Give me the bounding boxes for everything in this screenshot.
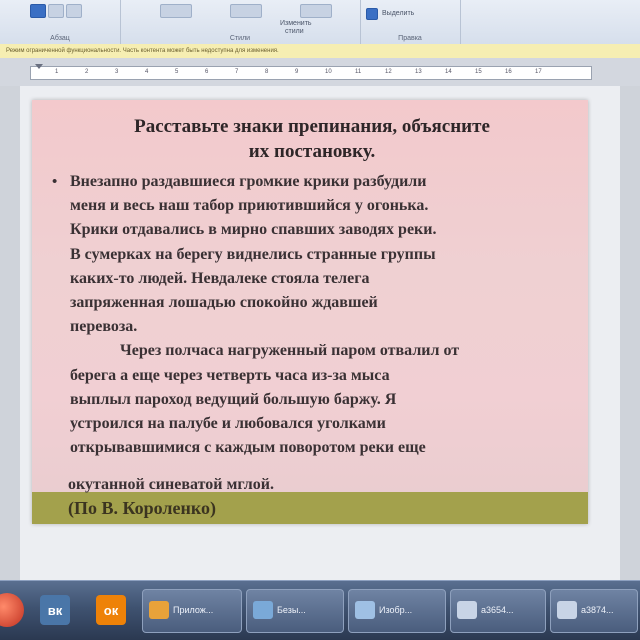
styles-label: стили (285, 28, 304, 35)
slide-body: • Внезапно раздавшиеся громкие крики раз… (52, 170, 576, 460)
file-icon (457, 601, 477, 619)
taskbar-button-label: Изобр... (379, 605, 413, 615)
slide-image: Расставьте знаки препинания, объясните и… (32, 100, 588, 524)
ribbon-group-paragraph: Абзац (0, 0, 121, 44)
text-line: каких-то людей. Невдалеке стояла телега (70, 269, 370, 287)
ruler-tick: 5 (175, 69, 179, 75)
ruler-area: 1 2 3 4 5 6 7 8 9 10 11 12 13 14 15 16 17 (0, 58, 640, 87)
start-button[interactable] (0, 593, 24, 627)
ribbon-group-caption: Абзац (50, 35, 70, 42)
slide-title-line: их постановку. (248, 141, 376, 162)
ruler-tick: 1 (55, 69, 59, 75)
app-icon (149, 601, 169, 619)
ruler-tick: 16 (505, 69, 512, 75)
ribbon-group-styles: Изменить стили Стили (120, 0, 361, 44)
ruler-tick: 15 (475, 69, 482, 75)
slide-title: Расставьте знаки препинания, объясните и… (72, 114, 552, 164)
author-attribution: (По В. Короленко) (68, 498, 217, 518)
ruler-tick: 6 (205, 69, 209, 75)
indent-marker[interactable] (35, 64, 43, 69)
screen: Абзац Изменить стили Стили Выделить Прав… (0, 0, 640, 640)
text-line: Через полчаса нагруженный паром отвалил … (120, 342, 460, 360)
text-line: открывавшимися с каждым поворотом реки е… (70, 439, 426, 457)
ribbon: Абзац Изменить стили Стили Выделить Прав… (0, 0, 640, 45)
taskbar-button-label: a3874... (581, 605, 614, 615)
text-line: перевоза. (70, 318, 138, 336)
ruler-tick: 13 (415, 69, 422, 75)
text-line: берега а еще через четверть часа из-за м… (70, 366, 390, 384)
vk-icon[interactable]: вк (40, 595, 70, 625)
taskbar-button-label: a3654... (481, 605, 514, 615)
text-line: выплыл пароход ведущий большую баржу. Я (70, 390, 397, 408)
taskbar-button[interactable]: Безы... (246, 589, 344, 633)
taskbar-button[interactable]: a3654... (450, 589, 546, 633)
taskbar-button-label: Прилож... (173, 605, 214, 615)
change-styles-label[interactable]: Изменить (280, 20, 312, 27)
text-line: окутанной синеватой мглой. (68, 476, 274, 493)
select-icon[interactable] (366, 8, 378, 20)
ruler-tick: 12 (385, 69, 392, 75)
taskbar-button[interactable]: Изобр... (348, 589, 446, 633)
ribbon-group-caption: Стили (229, 35, 251, 42)
message-bar: Режим ограниченной функциональности. Час… (0, 44, 640, 59)
odnoklassniki-icon[interactable]: ок (96, 595, 126, 625)
slide-title-line: Расставьте знаки препинания, объясните (134, 116, 490, 137)
ruler-tick: 2 (85, 69, 89, 75)
ruler-tick: 11 (355, 69, 362, 75)
taskbar-button[interactable]: a3874... (550, 589, 638, 633)
bullet-icon: • (52, 174, 58, 190)
style-normal-button[interactable] (160, 4, 192, 18)
taskbar-button[interactable]: Прилож... (142, 589, 242, 633)
horizontal-ruler[interactable]: 1 2 3 4 5 6 7 8 9 10 11 12 13 14 15 16 17 (30, 64, 592, 80)
ruler-tick: 3 (115, 69, 119, 75)
paragraph-2: Через полчаса нагруженный паром отвалил … (52, 339, 576, 460)
style-title-button[interactable] (300, 4, 332, 18)
ruler-tick: 17 (535, 69, 542, 75)
text-line: запряженная лошадью спокойно ждавшей (70, 294, 378, 312)
file-icon (557, 601, 577, 619)
taskbar: вк ок Прилож... Безы... Изобр... a3654..… (0, 580, 640, 640)
text-line: меня и весь наш табор приютившийся у ого… (70, 197, 429, 215)
document-icon (253, 601, 273, 619)
paragraph-1: • Внезапно раздавшиеся громкие крики раз… (52, 170, 576, 339)
ruler-tick: 7 (235, 69, 239, 75)
align-button[interactable] (30, 4, 46, 18)
select-label[interactable]: Выделить (382, 10, 414, 17)
image-icon (355, 601, 375, 619)
indent-button[interactable] (48, 4, 64, 18)
ribbon-group-editing: Выделить Правка (360, 0, 461, 44)
taskbar-button-label: Безы... (277, 605, 306, 615)
ruler-tick: 4 (145, 69, 149, 75)
list-button[interactable] (66, 4, 82, 18)
ruler-tick: 9 (295, 69, 299, 75)
text-line: Крики отдавались в мирно спавших заводях… (70, 221, 437, 239)
ruler-tick: 10 (325, 69, 332, 75)
text-line: В сумерках на берегу виднелись странные … (70, 245, 436, 263)
text-line: Внезапно раздавшиеся громкие крики разбу… (70, 173, 427, 190)
ruler-tick: 8 (265, 69, 269, 75)
style-heading-button[interactable] (230, 4, 262, 18)
text-line: устроился на палубе и любовался уголками (70, 415, 386, 433)
ribbon-group-caption: Правка (398, 35, 422, 42)
ruler-tick: 14 (445, 69, 452, 75)
